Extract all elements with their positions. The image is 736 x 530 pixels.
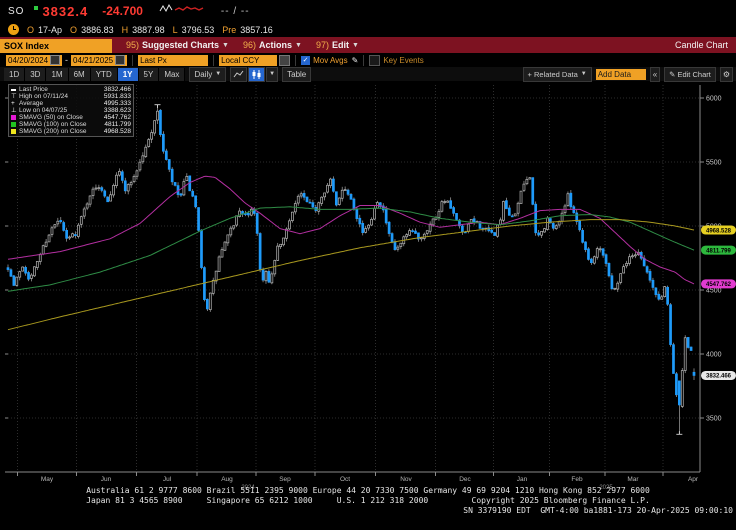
svg-text:May: May — [41, 476, 54, 483]
legend-marker-icon: ⊥ — [11, 107, 19, 114]
svg-text:Mar: Mar — [627, 476, 639, 483]
svg-text:Jun: Jun — [101, 476, 112, 483]
svg-text:4000: 4000 — [706, 352, 722, 359]
legend-marker-icon — [11, 129, 19, 134]
legend-row: ⊤ High on 07/11/245931.833 — [11, 93, 131, 100]
footer-terminal-info: SN 3379190 EDT GMT-4:00 ba1881-173 20-Ap… — [0, 506, 736, 515]
svg-text:Feb: Feb — [571, 476, 583, 483]
legend-marker-icon — [11, 89, 19, 91]
svg-text:4547.762: 4547.762 — [706, 282, 732, 288]
footer-line1: Australia 61 2 9777 8600 Brazil 5511 239… — [0, 486, 736, 495]
footer-line2: Japan 81 3 4565 8900 Singapore 65 6212 1… — [0, 496, 736, 505]
legend-row: SMAVG (50) on Close4547.762 — [11, 114, 131, 121]
chart-legend: Last Price3832.466⊤ High on 07/11/245931… — [8, 84, 134, 137]
svg-text:6000: 6000 — [706, 96, 722, 103]
svg-text:5500: 5500 — [706, 160, 722, 167]
legend-row: Last Price3832.466 — [11, 86, 131, 93]
svg-text:Apr: Apr — [688, 476, 699, 483]
svg-text:Oct: Oct — [340, 476, 350, 483]
legend-marker-icon: ⊤ — [11, 93, 19, 100]
svg-text:4500: 4500 — [706, 288, 722, 295]
legend-marker-icon — [11, 122, 19, 127]
bloomberg-terminal-window: SO 3832.4 -24.700 -- / -- O 17-Ap O 3886… — [0, 0, 736, 530]
svg-text:4968.528: 4968.528 — [706, 228, 732, 234]
legend-marker-icon: + — [11, 100, 19, 107]
svg-text:Jan: Jan — [517, 476, 528, 483]
legend-row: SMAVG (200) on Close4968.528 — [11, 128, 131, 135]
legend-row: ⊥ Low on 04/07/253388.623 — [11, 107, 131, 114]
legend-row: + Average4995.333 — [11, 100, 131, 107]
svg-text:Jul: Jul — [163, 476, 172, 483]
svg-text:3832.466: 3832.466 — [706, 374, 732, 380]
legend-row: SMAVG (100) on Close4811.799 — [11, 121, 131, 128]
candle-chart[interactable]: 600055005000450040003500MayJunJulAugSepO… — [0, 0, 736, 530]
svg-text:4811.799: 4811.799 — [706, 248, 731, 254]
svg-text:Dec: Dec — [459, 476, 471, 483]
svg-text:Sep: Sep — [279, 476, 291, 483]
svg-text:3500: 3500 — [706, 416, 722, 423]
svg-text:Aug: Aug — [221, 476, 233, 483]
svg-text:Nov: Nov — [400, 476, 412, 483]
legend-marker-icon — [11, 115, 19, 120]
